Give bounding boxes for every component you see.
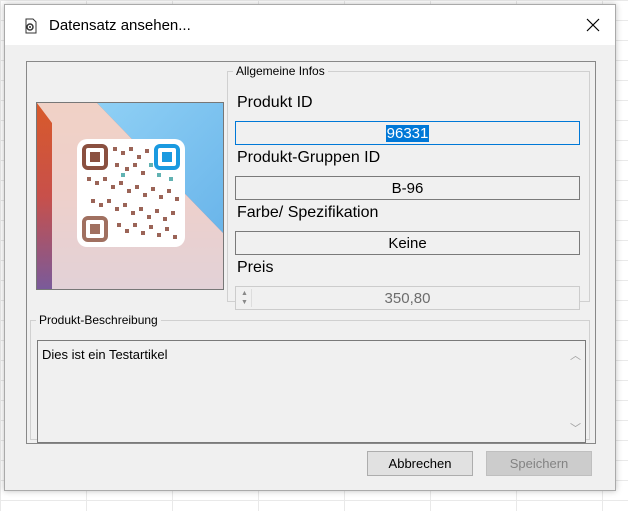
dialog-window: Datensatz ansehen... Allgemeine Infos Pr…	[4, 4, 616, 491]
spin-up-icon[interactable]: ▲	[238, 289, 251, 298]
product-group-label: Produkt-Gruppen ID	[237, 149, 381, 166]
cancel-button[interactable]: Abbrechen	[367, 451, 473, 476]
spin-down-icon[interactable]: ▼	[238, 298, 251, 307]
document-settings-icon	[25, 18, 37, 34]
scroll-up-icon[interactable]: ︿	[568, 347, 583, 363]
description-scrollbar[interactable]: ︿ ﹀	[568, 343, 583, 440]
save-button[interactable]: Speichern	[486, 451, 592, 476]
color-spec-label: Farbe/ Spezifikation	[237, 204, 379, 221]
description-group: Produkt-Beschreibung Dies ist ein Testar…	[30, 313, 590, 443]
product-id-value: 96331	[385, 125, 430, 142]
close-icon	[586, 18, 600, 32]
general-info-legend: Allgemeine Infos	[236, 64, 325, 78]
window-title: Datensatz ansehen...	[49, 17, 191, 34]
price-field[interactable]: ▲ ▼ 350,80	[235, 286, 580, 310]
product-id-label: Produkt ID	[237, 94, 313, 111]
price-value: 350,80	[384, 290, 431, 307]
description-legend: Produkt-Beschreibung	[39, 313, 158, 327]
product-group-field[interactable]: B-96	[235, 176, 580, 200]
price-label: Preis	[237, 259, 274, 276]
scroll-down-icon[interactable]: ﹀	[568, 420, 583, 436]
general-info-group: Allgemeine Infos Produkt ID 96331 Produk…	[227, 64, 590, 310]
price-spinner[interactable]: ▲ ▼	[238, 289, 252, 307]
product-image	[36, 102, 224, 290]
description-textarea[interactable]: Dies ist ein Testartikel ︿ ﹀	[37, 340, 586, 443]
title-bar: Datensatz ansehen...	[5, 5, 615, 45]
color-spec-field[interactable]: Keine	[235, 231, 580, 255]
product-id-field[interactable]: 96331	[235, 121, 580, 145]
description-text: Dies ist ein Testartikel	[42, 347, 168, 362]
product-image-qr	[37, 103, 223, 289]
main-panel: Allgemeine Infos Produkt ID 96331 Produk…	[26, 61, 596, 444]
close-button[interactable]	[581, 13, 605, 37]
